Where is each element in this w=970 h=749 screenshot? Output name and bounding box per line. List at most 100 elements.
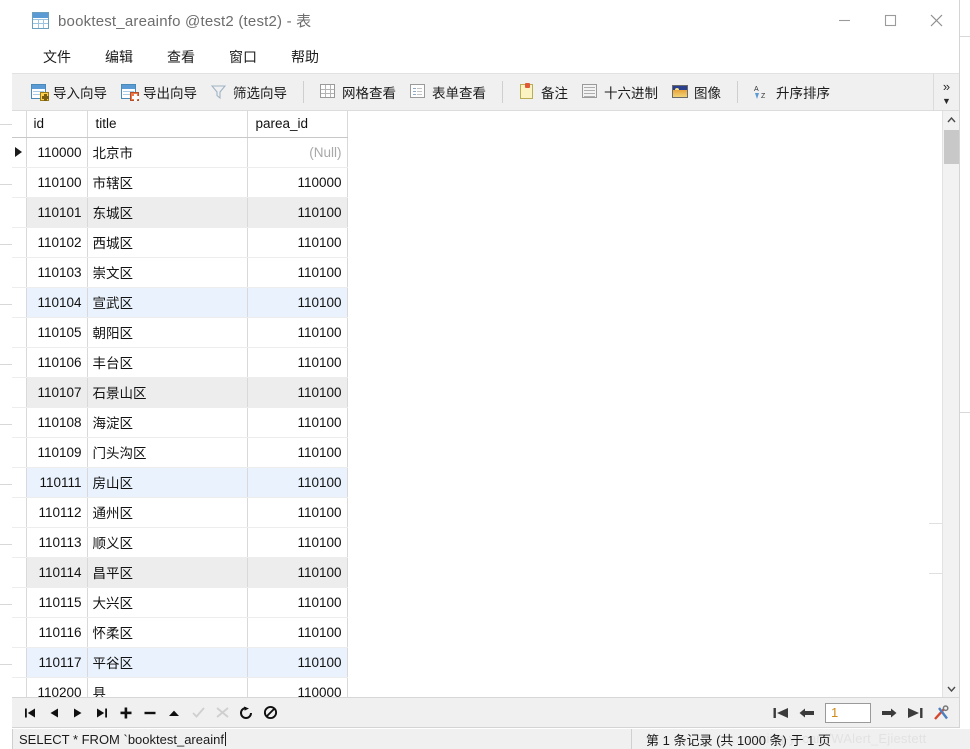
row-indicator-cell[interactable] xyxy=(12,437,27,468)
cell-id[interactable]: 110107 xyxy=(26,377,88,408)
table-row[interactable]: 110114 昌平区 110100 xyxy=(12,557,348,588)
cell-id[interactable]: 110106 xyxy=(26,347,88,378)
row-indicator-cell[interactable] xyxy=(12,137,27,168)
add-record-button[interactable] xyxy=(114,701,138,725)
cell-title[interactable]: 怀柔区 xyxy=(87,617,248,648)
table-row[interactable]: 110104 宣武区 110100 xyxy=(12,287,348,318)
delete-record-button[interactable] xyxy=(138,701,162,725)
page-number-input[interactable]: 1 xyxy=(825,702,871,723)
row-indicator-cell[interactable] xyxy=(12,467,27,498)
cell-parea-id[interactable]: 110100 xyxy=(247,527,348,558)
cell-parea-id[interactable]: 110100 xyxy=(247,617,348,648)
data-grid[interactable]: id title parea_id 110000 北京市 (Null) 110100 市… xyxy=(12,111,942,697)
cell-title[interactable]: 丰台区 xyxy=(87,347,248,378)
row-indicator-cell[interactable] xyxy=(12,287,27,318)
menu-view[interactable]: 查看 xyxy=(150,43,212,71)
cell-title[interactable]: 县 xyxy=(87,677,248,697)
cell-id[interactable]: 110104 xyxy=(26,287,88,318)
cell-parea-id[interactable]: 110100 xyxy=(247,317,348,348)
cell-id[interactable]: 110108 xyxy=(26,407,88,438)
table-row[interactable]: 110101 东城区 110100 xyxy=(12,197,348,228)
cell-parea-id[interactable]: 110100 xyxy=(247,347,348,378)
table-row[interactable]: 110000 北京市 (Null) xyxy=(12,137,348,168)
row-indicator-cell[interactable] xyxy=(12,317,27,348)
last-record-button[interactable] xyxy=(90,701,114,725)
table-row[interactable]: 110115 大兴区 110100 xyxy=(12,587,348,618)
grid-tools-button[interactable] xyxy=(929,701,953,725)
cell-title[interactable]: 门头沟区 xyxy=(87,437,248,468)
cell-title[interactable]: 崇文区 xyxy=(87,257,248,288)
row-indicator-cell[interactable] xyxy=(12,677,27,697)
prev-record-button[interactable] xyxy=(42,701,66,725)
table-row[interactable]: 110117 平谷区 110100 xyxy=(12,647,348,678)
sort-asc-button[interactable]: A Z 升序排序 xyxy=(747,79,837,105)
row-indicator-cell[interactable] xyxy=(12,377,27,408)
apply-up-button[interactable] xyxy=(162,701,186,725)
row-indicator-cell[interactable] xyxy=(12,587,27,618)
scroll-down-button[interactable] xyxy=(943,680,959,697)
cell-title[interactable]: 顺义区 xyxy=(87,527,248,558)
row-indicator-cell[interactable] xyxy=(12,497,27,528)
cell-title[interactable]: 西城区 xyxy=(87,227,248,258)
import-wizard-button[interactable]: 导入向导 xyxy=(24,79,114,105)
cell-parea-id[interactable]: (Null) xyxy=(247,137,348,168)
row-indicator-cell[interactable] xyxy=(12,197,27,228)
next-record-button[interactable] xyxy=(66,701,90,725)
cell-id[interactable]: 110102 xyxy=(26,227,88,258)
cell-title[interactable]: 石景山区 xyxy=(87,377,248,408)
cell-title[interactable]: 大兴区 xyxy=(87,587,248,618)
first-page-button[interactable] xyxy=(769,701,793,725)
cell-title[interactable]: 昌平区 xyxy=(87,557,248,588)
row-indicator-cell[interactable] xyxy=(12,527,27,558)
menu-edit[interactable]: 编辑 xyxy=(88,43,150,71)
prev-page-button[interactable] xyxy=(795,701,819,725)
form-view-button[interactable]: 表单查看 xyxy=(403,79,493,105)
menu-help[interactable]: 帮助 xyxy=(274,43,336,71)
cell-parea-id[interactable]: 110100 xyxy=(247,197,348,228)
row-indicator-cell[interactable] xyxy=(12,557,27,588)
cell-id[interactable]: 110114 xyxy=(26,557,88,588)
filter-wizard-button[interactable]: 筛选向导 xyxy=(204,79,294,105)
column-header-title[interactable]: title xyxy=(87,111,248,138)
menu-window[interactable]: 窗口 xyxy=(212,43,274,71)
table-row[interactable]: 110111 房山区 110100 xyxy=(12,467,348,498)
cell-id[interactable]: 110113 xyxy=(26,527,88,558)
cell-parea-id[interactable]: 110000 xyxy=(247,677,348,697)
cell-id[interactable]: 110101 xyxy=(26,197,88,228)
table-row[interactable]: 110107 石景山区 110100 xyxy=(12,377,348,408)
image-button[interactable]: 图像 xyxy=(665,79,728,105)
cell-parea-id[interactable]: 110100 xyxy=(247,407,348,438)
scroll-thumb[interactable] xyxy=(944,130,959,164)
grid-view-button[interactable]: 网格查看 xyxy=(313,79,403,105)
cell-id[interactable]: 110116 xyxy=(26,617,88,648)
cell-title[interactable]: 市辖区 xyxy=(87,167,248,198)
cell-title[interactable]: 北京市 xyxy=(87,137,248,168)
refresh-button[interactable] xyxy=(234,701,258,725)
cell-id[interactable]: 110100 xyxy=(26,167,88,198)
cell-title[interactable]: 通州区 xyxy=(87,497,248,528)
cell-parea-id[interactable]: 110100 xyxy=(247,557,348,588)
cell-id[interactable]: 110103 xyxy=(26,257,88,288)
cell-title[interactable]: 房山区 xyxy=(87,467,248,498)
cell-parea-id[interactable]: 110100 xyxy=(247,377,348,408)
table-row[interactable]: 110105 朝阳区 110100 xyxy=(12,317,348,348)
cell-id[interactable]: 110117 xyxy=(26,647,88,678)
cell-parea-id[interactable]: 110000 xyxy=(247,167,348,198)
row-indicator-cell[interactable] xyxy=(12,647,27,678)
cell-id[interactable]: 110112 xyxy=(26,497,88,528)
minimize-button[interactable] xyxy=(821,0,867,41)
table-row[interactable]: 110108 海淀区 110100 xyxy=(12,407,348,438)
export-wizard-button[interactable]: 导出向导 xyxy=(114,79,204,105)
cell-title[interactable]: 宣武区 xyxy=(87,287,248,318)
cell-parea-id[interactable]: 110100 xyxy=(247,647,348,678)
cell-parea-id[interactable]: 110100 xyxy=(247,287,348,318)
scroll-up-button[interactable] xyxy=(943,111,959,128)
cell-id[interactable]: 110111 xyxy=(26,467,88,498)
memo-button[interactable]: 备注 xyxy=(512,79,575,105)
column-header-parea-id[interactable]: parea_id xyxy=(247,111,348,138)
table-row[interactable]: 110106 丰台区 110100 xyxy=(12,347,348,378)
toolbar-overflow-button[interactable]: » ▼ xyxy=(933,74,959,111)
cell-parea-id[interactable]: 110100 xyxy=(247,227,348,258)
table-row[interactable]: 110116 怀柔区 110100 xyxy=(12,617,348,648)
cell-title[interactable]: 朝阳区 xyxy=(87,317,248,348)
